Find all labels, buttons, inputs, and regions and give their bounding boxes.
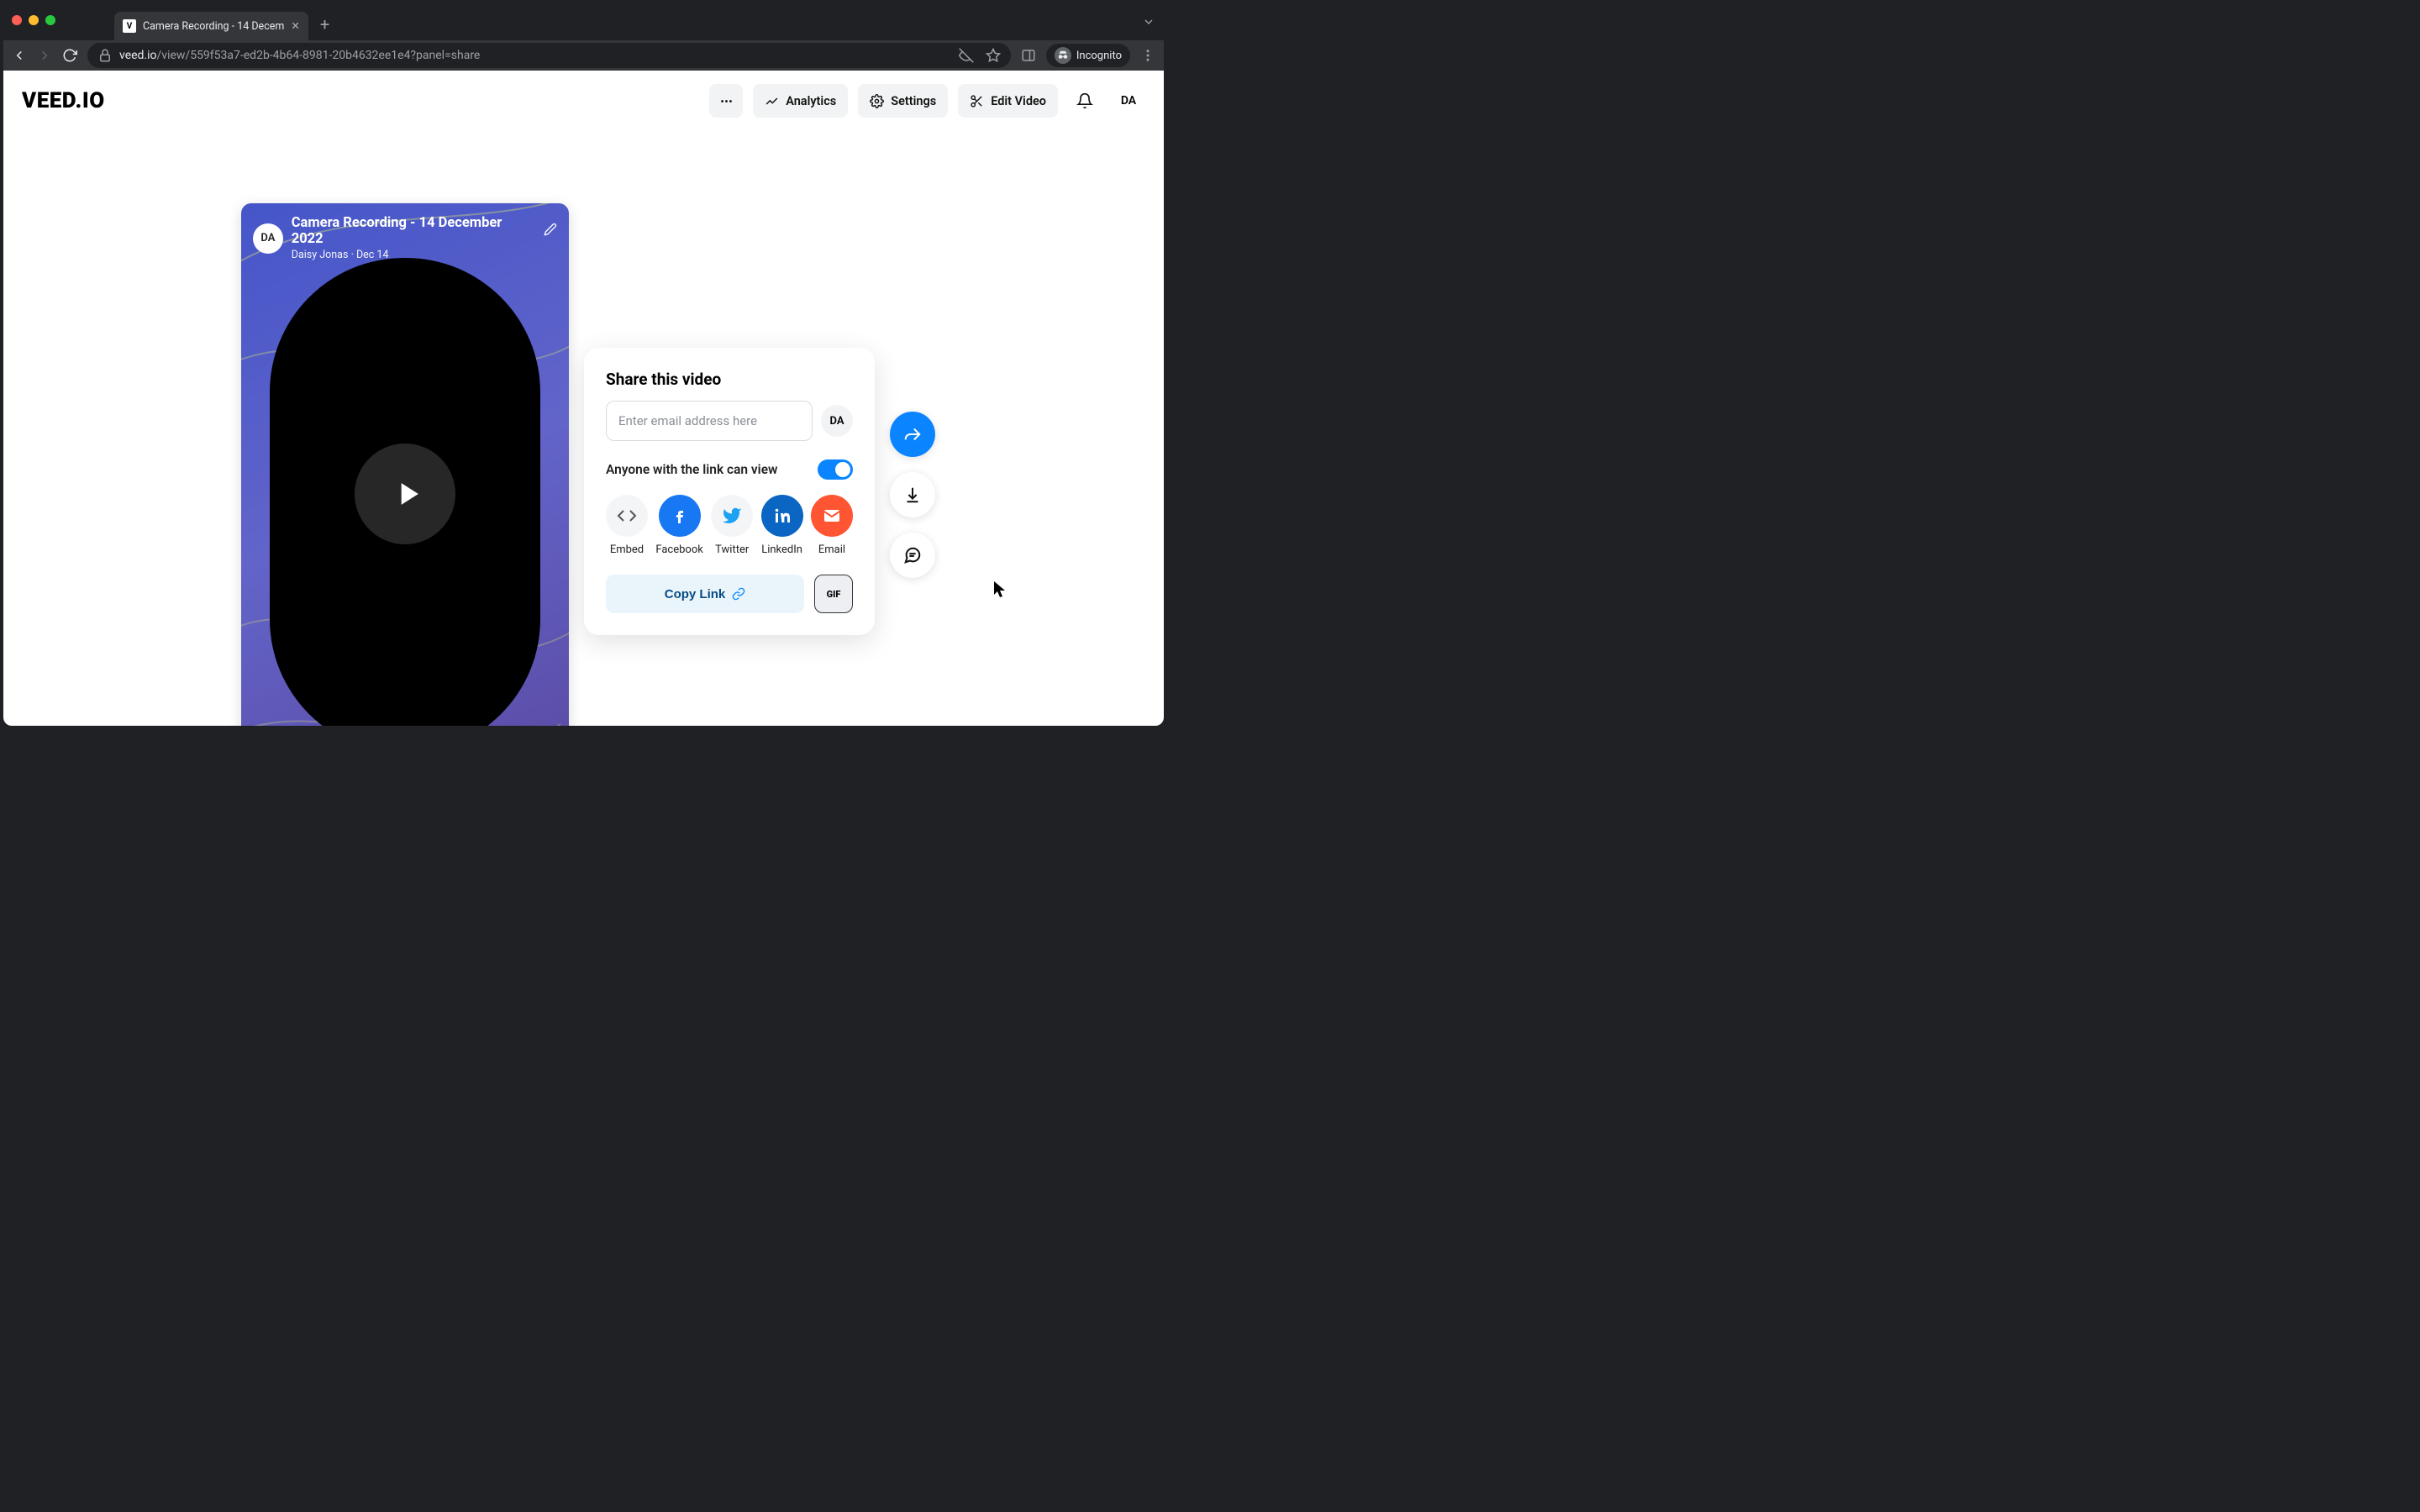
link-icon <box>732 587 745 601</box>
share-twitter-button[interactable]: Twitter <box>711 495 753 556</box>
play-button[interactable] <box>355 444 455 544</box>
gear-icon <box>870 94 884 108</box>
video-date: Dec 14 <box>356 249 389 261</box>
share-facebook-label: Facebook <box>655 543 702 556</box>
lock-icon <box>97 48 113 63</box>
linkedin-icon <box>772 506 792 526</box>
edit-video-button[interactable]: Edit Video <box>958 84 1058 118</box>
email-icon <box>822 506 842 526</box>
share-email-label: Email <box>818 543 845 556</box>
share-linkedin-button[interactable]: LinkedIn <box>761 495 803 556</box>
settings-label: Settings <box>891 94 936 108</box>
twitter-icon <box>722 506 742 526</box>
copy-link-label: Copy Link <box>665 587 726 601</box>
more-menu-button[interactable] <box>709 84 743 118</box>
share-email-input[interactable] <box>606 401 813 441</box>
scissors-icon <box>970 94 984 108</box>
permission-label: Anyone with the link can view <box>606 462 778 477</box>
incognito-label: Incognito <box>1076 50 1122 62</box>
gif-label: GIF <box>827 589 841 600</box>
forward-icon[interactable] <box>37 48 52 63</box>
browser-tab[interactable]: V Camera Recording - 14 Decem ✕ <box>114 12 308 40</box>
new-tab-button[interactable]: + <box>320 14 329 34</box>
kebab-menu-icon[interactable] <box>1140 48 1155 63</box>
analytics-button[interactable]: Analytics <box>753 84 848 118</box>
share-owner-avatar[interactable]: DA <box>821 405 853 437</box>
download-fab[interactable] <box>890 472 935 517</box>
maximize-window-icon[interactable] <box>45 15 55 25</box>
copy-link-button[interactable]: Copy Link <box>606 575 804 613</box>
code-icon <box>617 506 637 526</box>
share-facebook-button[interactable]: Facebook <box>655 495 702 556</box>
star-icon[interactable] <box>986 48 1001 63</box>
address-bar[interactable]: veed.io/view/559f53a7-ed2b-4b64-8981-20b… <box>87 43 1011 68</box>
reload-icon[interactable] <box>62 48 77 63</box>
permission-toggle[interactable] <box>818 459 853 480</box>
comment-icon <box>903 546 922 564</box>
edit-video-label: Edit Video <box>991 94 1046 108</box>
share-panel: Share this video DA Anyone with the link… <box>584 348 875 635</box>
share-arrow-icon <box>903 425 922 444</box>
tab-favicon: V <box>123 19 136 33</box>
pencil-icon <box>544 223 557 236</box>
more-horizontal-icon <box>719 94 734 108</box>
chevron-down-icon[interactable] <box>1142 15 1155 29</box>
logo[interactable]: VEED.IO <box>22 88 105 113</box>
analytics-label: Analytics <box>786 94 836 108</box>
window-controls[interactable] <box>12 15 55 25</box>
edit-title-button[interactable] <box>544 223 557 239</box>
gif-button[interactable]: GIF <box>814 575 853 613</box>
share-linkedin-label: LinkedIn <box>761 543 802 556</box>
facebook-icon <box>670 506 690 526</box>
user-avatar[interactable]: DA <box>1112 84 1145 118</box>
incognito-chip[interactable]: Incognito <box>1046 44 1130 67</box>
mouse-cursor <box>994 581 1006 601</box>
minimize-window-icon[interactable] <box>29 15 39 25</box>
side-panel-icon[interactable] <box>1021 48 1036 63</box>
back-icon[interactable] <box>12 48 27 63</box>
video-title: Camera Recording - 14 December 2022 <box>292 215 535 247</box>
eye-off-icon[interactable] <box>959 48 974 63</box>
close-tab-icon[interactable]: ✕ <box>291 19 299 33</box>
analytics-icon <box>765 94 779 108</box>
settings-button[interactable]: Settings <box>858 84 948 118</box>
share-panel-title: Share this video <box>606 370 853 389</box>
share-twitter-label: Twitter <box>715 543 749 556</box>
notifications-button[interactable] <box>1068 84 1102 118</box>
author-avatar[interactable]: DA <box>253 223 283 254</box>
comments-fab[interactable] <box>890 533 935 578</box>
close-window-icon[interactable] <box>12 15 22 25</box>
download-icon <box>903 486 922 504</box>
author-name: Daisy Jonas <box>292 249 349 261</box>
url-host: veed.io <box>119 49 157 62</box>
bell-icon <box>1076 92 1093 109</box>
incognito-icon <box>1055 47 1071 64</box>
share-embed-label: Embed <box>610 543 644 556</box>
video-player-card: DA Camera Recording - 14 December 2022 D… <box>241 203 569 726</box>
url-path: /view/559f53a7-ed2b-4b64-8981-20b4632ee1… <box>157 49 481 62</box>
play-icon <box>389 475 426 512</box>
share-embed-button[interactable]: Embed <box>606 495 648 556</box>
tab-title: Camera Recording - 14 Decem <box>143 20 284 33</box>
share-fab[interactable] <box>890 412 935 457</box>
share-email-button[interactable]: Email <box>811 495 853 556</box>
